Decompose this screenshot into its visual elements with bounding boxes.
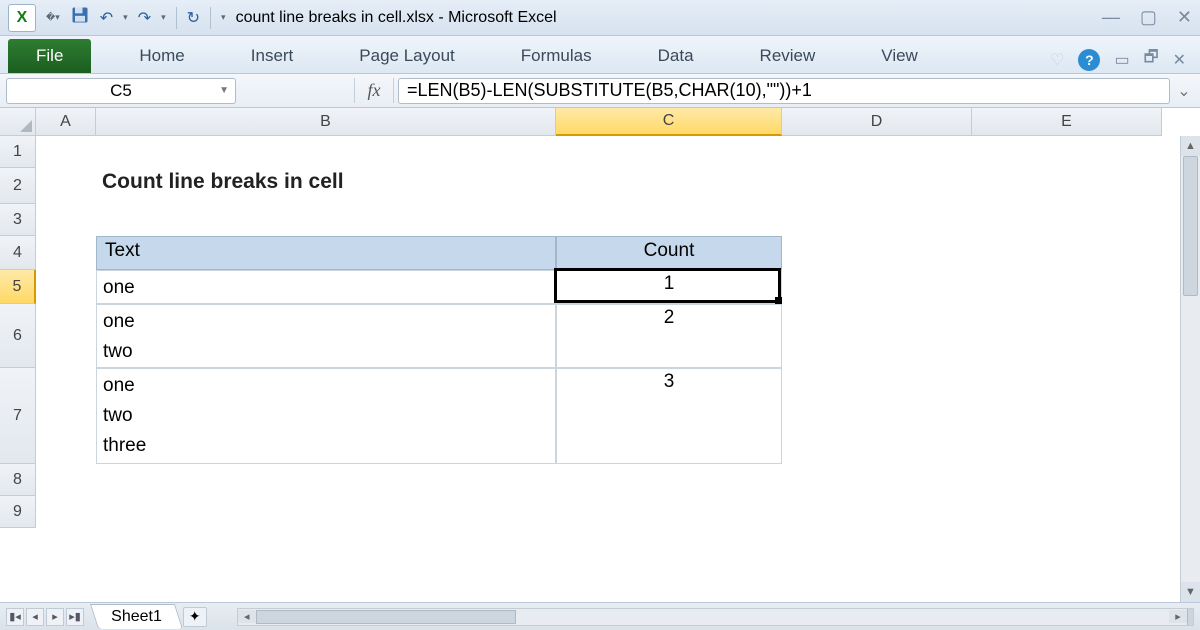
select-all-corner[interactable] (0, 108, 36, 136)
tab-review[interactable]: Review (742, 39, 834, 73)
tab-data[interactable]: Data (640, 39, 712, 73)
col-header-C[interactable]: C (556, 108, 782, 136)
hscroll-thumb[interactable] (256, 610, 516, 624)
fx-icon[interactable]: fx (354, 78, 394, 103)
sheet-tab[interactable]: Sheet1 (90, 604, 183, 629)
sheet-nav-next-icon[interactable]: ▸ (46, 608, 64, 626)
row-header-2[interactable]: 2 (0, 168, 36, 204)
qat-customize-icon[interactable]: ▾ (221, 12, 226, 23)
formula-text: =LEN(B5)-LEN(SUBSTITUTE(B5,CHAR(10),""))… (407, 80, 812, 101)
undo-icon[interactable]: ↶ (100, 8, 113, 28)
scroll-down-icon[interactable]: ▼ (1181, 582, 1200, 602)
sheet-nav-first-icon[interactable]: ▮◂ (6, 608, 24, 626)
sheet-nav-last-icon[interactable]: ▸▮ (66, 608, 84, 626)
redo-dropdown-icon[interactable]: ▾ (161, 12, 166, 23)
hscroll-right-icon[interactable]: ▸ (1169, 610, 1187, 623)
minimize-icon[interactable]: — (1102, 7, 1120, 28)
col-header-D[interactable]: D (782, 108, 972, 136)
help-icon[interactable]: ? (1078, 49, 1100, 71)
name-box-dropdown-icon[interactable]: ▼ (219, 85, 229, 96)
table-header-text[interactable]: Text (96, 236, 556, 270)
qat-dropdown-icon[interactable]: �▾ (46, 12, 60, 23)
redo-icon[interactable]: ↷ (138, 8, 151, 28)
hscroll-split-icon[interactable] (1187, 609, 1193, 625)
table-cell-text[interactable]: one (96, 270, 556, 304)
tab-insert[interactable]: Insert (233, 39, 312, 73)
scroll-thumb[interactable] (1183, 156, 1198, 296)
scroll-up-icon[interactable]: ▲ (1181, 136, 1200, 156)
col-header-B[interactable]: B (96, 108, 556, 136)
table-cell-count[interactable]: 1 (556, 270, 782, 304)
table-cell-text[interactable]: one two (96, 304, 556, 368)
row-header-6[interactable]: 6 (0, 304, 36, 368)
quick-access-toolbar: X �▾ ↶ ▾ ↷ ▾ ↻ ▾ count line breaks in cell… (0, 0, 1200, 36)
window-title: count line breaks in cell.xlsx - Microso… (236, 9, 557, 27)
formula-input[interactable]: =LEN(B5)-LEN(SUBSTITUTE(B5,CHAR(10),""))… (398, 78, 1170, 104)
sheet-tab-label: Sheet1 (111, 608, 162, 626)
maximize-icon[interactable]: ▢ (1140, 7, 1157, 28)
save-icon[interactable] (70, 5, 90, 30)
row-header-9[interactable]: 9 (0, 496, 36, 528)
refresh-icon[interactable]: ↻ (187, 8, 200, 28)
row-header-7[interactable]: 7 (0, 368, 36, 464)
row-header-3[interactable]: 3 (0, 204, 36, 236)
cells-canvas[interactable]: Count line breaks in cellTextCountone1on… (36, 136, 1180, 602)
table-cell-count[interactable]: 2 (556, 304, 782, 368)
row-header-5[interactable]: 5 (0, 270, 36, 304)
row-header-8[interactable]: 8 (0, 464, 36, 496)
hscroll-left-icon[interactable]: ◂ (238, 610, 256, 623)
table-cell-text[interactable]: one two three (96, 368, 556, 464)
file-tab[interactable]: File (8, 39, 91, 73)
tab-view[interactable]: View (863, 39, 936, 73)
ribbon-heart-icon[interactable]: ♡ (1050, 50, 1064, 70)
ribbon-tabs: File Home Insert Page Layout Formulas Data Re… (0, 36, 1200, 74)
table-cell-count[interactable]: 3 (556, 368, 782, 464)
name-box-value: C5 (110, 81, 132, 101)
ribbon-minimize-icon[interactable]: ▭ (1114, 50, 1129, 70)
ribbon-close-icon[interactable]: ✕ (1173, 50, 1186, 70)
formula-bar: C5 ▼ fx =LEN(B5)-LEN(SUBSTITUTE(B5,CHAR(… (0, 74, 1200, 108)
tab-formulas[interactable]: Formulas (503, 39, 610, 73)
formula-expand-icon[interactable]: ⌄ (1174, 81, 1194, 101)
row-header-1[interactable]: 1 (0, 136, 36, 168)
tab-page-layout[interactable]: Page Layout (341, 39, 472, 73)
excel-logo-icon[interactable]: X (8, 4, 36, 32)
row-header-4[interactable]: 4 (0, 236, 36, 270)
tab-home[interactable]: Home (121, 39, 202, 73)
grid-area[interactable]: ABCDE 123456789 Count line breaks in cel… (0, 108, 1200, 602)
name-box[interactable]: C5 ▼ (6, 78, 236, 104)
sheet-nav-prev-icon[interactable]: ◂ (26, 608, 44, 626)
undo-dropdown-icon[interactable]: ▾ (123, 12, 128, 23)
sheet-tab-bar: ▮◂ ◂ ▸ ▸▮ Sheet1 ✦ ◂ ▸ (0, 602, 1200, 630)
table-header-count[interactable]: Count (556, 236, 782, 270)
close-icon[interactable]: ✕ (1177, 7, 1192, 28)
ribbon-restore-icon[interactable]: 🗗 (1144, 46, 1159, 73)
vertical-scrollbar[interactable]: ▲ ▼ (1180, 136, 1200, 602)
col-header-E[interactable]: E (972, 108, 1162, 136)
new-sheet-icon[interactable]: ✦ (183, 607, 207, 627)
horizontal-scrollbar[interactable]: ◂ ▸ (237, 608, 1194, 626)
column-headers: ABCDE (36, 108, 1162, 136)
page-title[interactable]: Count line breaks in cell (96, 168, 556, 204)
col-header-A[interactable]: A (36, 108, 96, 136)
row-headers: 123456789 (0, 136, 36, 528)
